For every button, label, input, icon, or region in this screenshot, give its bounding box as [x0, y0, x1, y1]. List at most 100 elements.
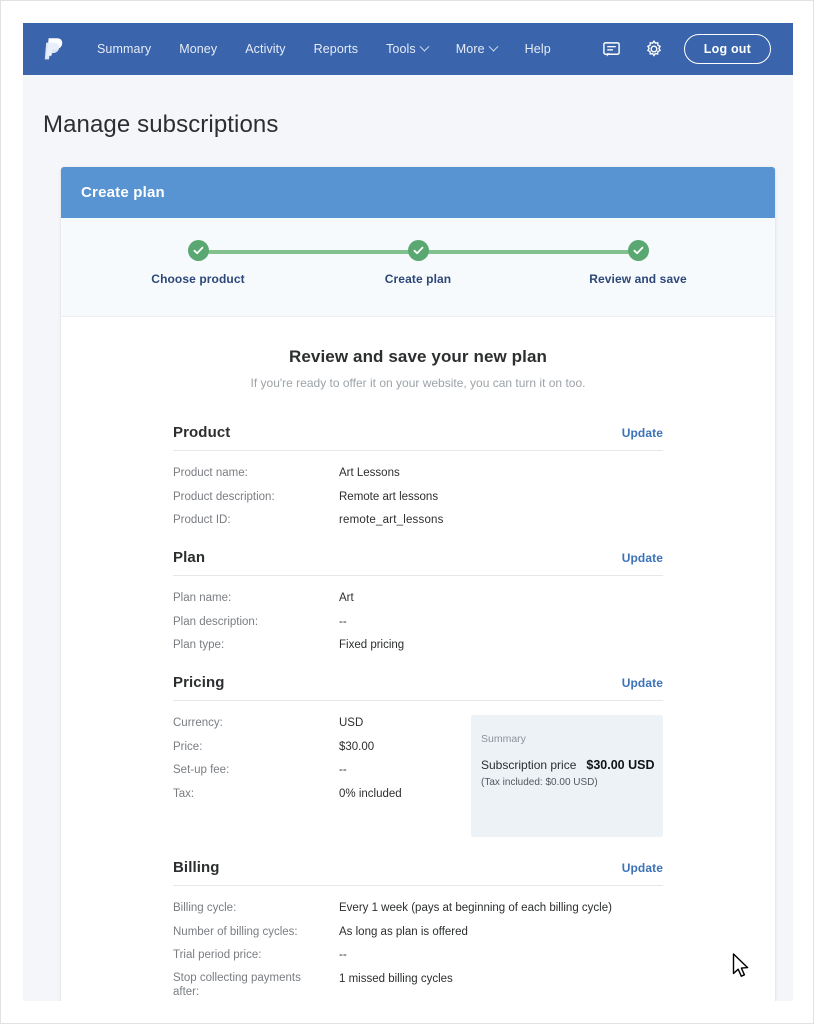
nav-item-activity-label: Activity — [245, 42, 286, 56]
update-pricing-link[interactable]: Update — [622, 676, 663, 690]
detail-value: -- — [339, 949, 347, 962]
detail-row: Stop collecting payments after: 1 missed… — [173, 971, 663, 1000]
detail-value: Remote art lessons — [339, 490, 439, 503]
section-title: Product — [173, 424, 231, 441]
detail-label: Stop collecting payments after: — [173, 972, 301, 999]
chevron-down-icon — [488, 41, 499, 52]
detail-value: 1 missed billing cycles — [339, 973, 453, 986]
detail-row: Trial period price: -- — [173, 947, 663, 964]
detail-row: Set-up fee: -- — [173, 762, 459, 779]
detail-row: Tax: 0% included — [173, 786, 459, 803]
detail-value: As long as plan is offered — [339, 925, 468, 938]
section-header: Plan Update — [173, 549, 663, 577]
nav-item-money-label: Money — [179, 42, 218, 56]
section-rows: Currency: USD Price: $30.00 Set-up fee: — [173, 701, 459, 837]
detail-label: Plan name: — [173, 592, 232, 605]
nav-item-summary[interactable]: Summary — [83, 36, 165, 62]
detail-label: Currency: — [173, 717, 223, 730]
section-product: Product Update Product name: Art Lessons… — [173, 424, 663, 529]
detail-value: -- — [339, 615, 347, 628]
review-body: Review and save your new plan If you're … — [61, 317, 775, 1001]
review-heading: Review and save your new plan — [289, 347, 547, 366]
detail-label: Plan type: — [173, 639, 225, 652]
detail-row: Product ID: remote_art_lessons — [173, 512, 663, 529]
detail-row: Currency: USD — [173, 715, 459, 732]
section-header: Pricing Update — [173, 674, 663, 702]
review-subheading: If you're ready to offer it on your webs… — [250, 376, 586, 390]
check-circle-icon — [407, 240, 429, 261]
detail-row: Billing cycle: Every 1 week (pays at beg… — [173, 900, 663, 917]
page-viewport: Summary Money Activity Reports Tools Mor… — [23, 23, 793, 1001]
detail-row: Plan type: Fixed pricing — [173, 637, 663, 654]
detail-label: Price: — [173, 740, 203, 753]
stepper-step-label: Create plan — [384, 272, 452, 286]
nav-item-more-label: More — [455, 42, 485, 56]
detail-label: Product name: — [173, 467, 248, 479]
detail-label: Plan description: — [173, 615, 259, 628]
nav-item-money[interactable]: Money — [165, 36, 231, 62]
detail-value: remote_art_lessons — [339, 514, 444, 527]
summary-tax-note: (Tax included: $0.00 USD) — [481, 777, 598, 789]
detail-value: $30.00 — [339, 740, 375, 753]
check-circle-icon — [627, 240, 649, 261]
nav-item-help[interactable]: Help — [511, 36, 565, 62]
section-billing: Billing Update Billing cycle: Every 1 we… — [173, 859, 663, 1000]
detail-row: Number of billing cycles: As long as pla… — [173, 924, 663, 941]
nav-links: Summary Money Activity Reports Tools Mor… — [83, 36, 565, 62]
section-pricing: Pricing Update Currency: USD Price: $30.… — [173, 674, 663, 838]
detail-label: Number of billing cycles: — [173, 925, 298, 938]
nav-item-tools[interactable]: Tools — [372, 36, 442, 62]
review-sections: Product Update Product name: Art Lessons… — [173, 424, 663, 1000]
chevron-down-icon — [419, 41, 430, 52]
update-plan-link[interactable]: Update — [622, 551, 663, 565]
summary-key: Subscription price — [481, 758, 577, 773]
stepper-step-create-plan[interactable]: Create plan — [338, 238, 498, 286]
gear-icon[interactable] — [642, 37, 666, 61]
nav-item-help-label: Help — [524, 42, 551, 56]
update-billing-link[interactable]: Update — [622, 861, 663, 875]
detail-value: USD — [339, 717, 364, 730]
detail-value: Art — [339, 592, 354, 605]
section-header: Product Update — [173, 424, 663, 451]
page-title: Manage subscriptions — [43, 111, 279, 138]
check-circle-icon — [187, 240, 209, 261]
detail-row: Product description: Remote art lessons — [173, 489, 663, 506]
detail-value: Fixed pricing — [339, 639, 405, 652]
section-title: Billing — [173, 859, 220, 877]
detail-value: Art Lessons — [339, 467, 400, 479]
summary-row: Subscription price $30.00 USD — [481, 758, 663, 772]
update-product-link[interactable]: Update — [622, 426, 663, 440]
pricing-summary-box: Summary Subscription price $30.00 USD (T… — [471, 715, 663, 838]
paypal-logo-icon[interactable] — [41, 34, 67, 64]
create-plan-card: Create plan Choose product Create plan R… — [61, 167, 775, 1001]
detail-label: Product description: — [173, 490, 275, 503]
detail-value: Every 1 week (pays at beginning of each … — [339, 902, 612, 915]
progress-stepper: Choose product Create plan Review and sa… — [61, 218, 775, 317]
nav-item-activity[interactable]: Activity — [231, 36, 299, 62]
section-title: Plan — [173, 549, 206, 567]
nav-item-more[interactable]: More — [442, 36, 511, 62]
detail-value: -- — [339, 764, 347, 777]
summary-label: Summary — [481, 733, 526, 746]
pricing-content: Currency: USD Price: $30.00 Set-up fee: — [173, 701, 663, 838]
detail-label: Billing cycle: — [173, 902, 237, 915]
detail-label: Trial period price: — [173, 949, 262, 962]
stepper-step-choose-product[interactable]: Choose product — [118, 238, 278, 286]
nav-item-summary-label: Summary — [97, 42, 152, 56]
nav-right-actions: Log out — [600, 34, 771, 64]
section-rows: Product name: Art Lessons Product descri… — [173, 451, 663, 529]
detail-row: Product name: Art Lessons — [173, 465, 663, 482]
logout-button[interactable]: Log out — [683, 34, 771, 64]
section-header: Billing Update — [173, 859, 663, 887]
stepper-step-review-and-save[interactable]: Review and save — [558, 238, 718, 286]
summary-amount: $30.00 USD — [586, 758, 655, 773]
detail-label: Product ID: — [173, 514, 231, 527]
nav-item-reports[interactable]: Reports — [300, 36, 372, 62]
nav-item-tools-label: Tools — [386, 42, 416, 56]
message-icon[interactable] — [600, 37, 624, 61]
section-rows: Billing cycle: Every 1 week (pays at beg… — [173, 886, 663, 1000]
section-plan: Plan Update Plan name: Art Plan descript… — [173, 549, 663, 654]
detail-row: Plan name: Art — [173, 590, 663, 607]
nav-item-reports-label: Reports — [313, 42, 359, 56]
stepper-step-label: Review and save — [589, 272, 687, 286]
